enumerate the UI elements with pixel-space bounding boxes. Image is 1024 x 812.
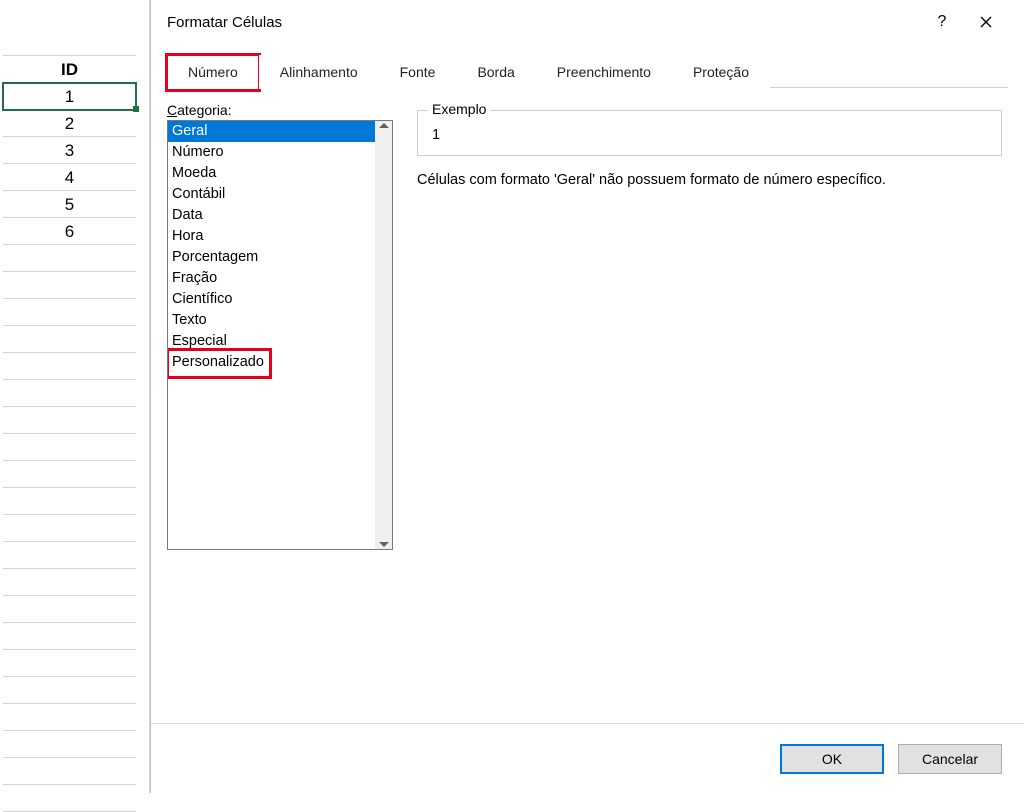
help-button[interactable]: ?: [920, 2, 964, 42]
category-item-texto[interactable]: Texto: [168, 310, 375, 331]
category-label: Categoria:: [167, 102, 393, 118]
tab-numero[interactable]: Número: [167, 55, 259, 89]
tab-fonte[interactable]: Fonte: [379, 55, 457, 89]
example-label: Exemplo: [428, 101, 490, 117]
format-cells-dialog: Formatar Células ? Número Alinhamento Fo…: [150, 0, 1024, 793]
tabs: Número Alinhamento Fonte Borda Preenchim…: [167, 54, 1008, 88]
tab-protecao[interactable]: Proteção: [672, 55, 770, 89]
cell-a4[interactable]: 3: [3, 137, 136, 164]
cell-a2[interactable]: 1: [3, 83, 136, 110]
category-item-personalizado[interactable]: Personalizado: [168, 352, 375, 373]
cell-a7[interactable]: 6: [3, 218, 136, 245]
example-value: 1: [430, 127, 989, 143]
category-item-porcentagem[interactable]: Porcentagem: [168, 247, 375, 268]
category-item-numero[interactable]: Número: [168, 142, 375, 163]
spreadsheet: ID 1 2 3 4 5 6: [0, 0, 150, 793]
dialog-title: Formatar Células: [167, 14, 920, 31]
tab-preenchimento[interactable]: Preenchimento: [536, 55, 672, 89]
cell-a5[interactable]: 4: [3, 164, 136, 191]
scroll-down-icon[interactable]: [379, 542, 389, 547]
category-item-geral[interactable]: Geral: [168, 121, 375, 142]
tab-alinhamento[interactable]: Alinhamento: [259, 55, 379, 89]
close-icon: [980, 16, 992, 28]
category-description: Células com formato 'Geral' não possuem …: [417, 172, 1002, 188]
listbox-scrollbar[interactable]: [375, 121, 392, 549]
category-item-moeda[interactable]: Moeda: [168, 163, 375, 184]
tab-borda[interactable]: Borda: [456, 55, 535, 89]
category-item-contabil[interactable]: Contábil: [168, 184, 375, 205]
ok-button[interactable]: OK: [780, 744, 884, 774]
cancel-button[interactable]: Cancelar: [898, 744, 1002, 774]
highlight-personalizado: Personalizado: [169, 351, 269, 376]
cell-a6[interactable]: 5: [3, 191, 136, 218]
dialog-footer: OK Cancelar: [151, 723, 1024, 793]
close-button[interactable]: [964, 2, 1008, 42]
cell-a3[interactable]: 2: [3, 110, 136, 137]
dialog-titlebar: Formatar Células ?: [151, 0, 1024, 44]
scroll-up-icon[interactable]: [379, 123, 389, 128]
example-box: Exemplo 1: [417, 110, 1002, 156]
category-listbox[interactable]: Geral Número Moeda Contábil Data Hora Po…: [167, 120, 393, 550]
category-item-cientifico[interactable]: Científico: [168, 289, 375, 310]
category-item-hora[interactable]: Hora: [168, 226, 375, 247]
category-item-fracao[interactable]: Fração: [168, 268, 375, 289]
category-item-data[interactable]: Data: [168, 205, 375, 226]
column-header-id[interactable]: ID: [3, 56, 136, 83]
category-item-especial[interactable]: Especial: [168, 331, 375, 352]
